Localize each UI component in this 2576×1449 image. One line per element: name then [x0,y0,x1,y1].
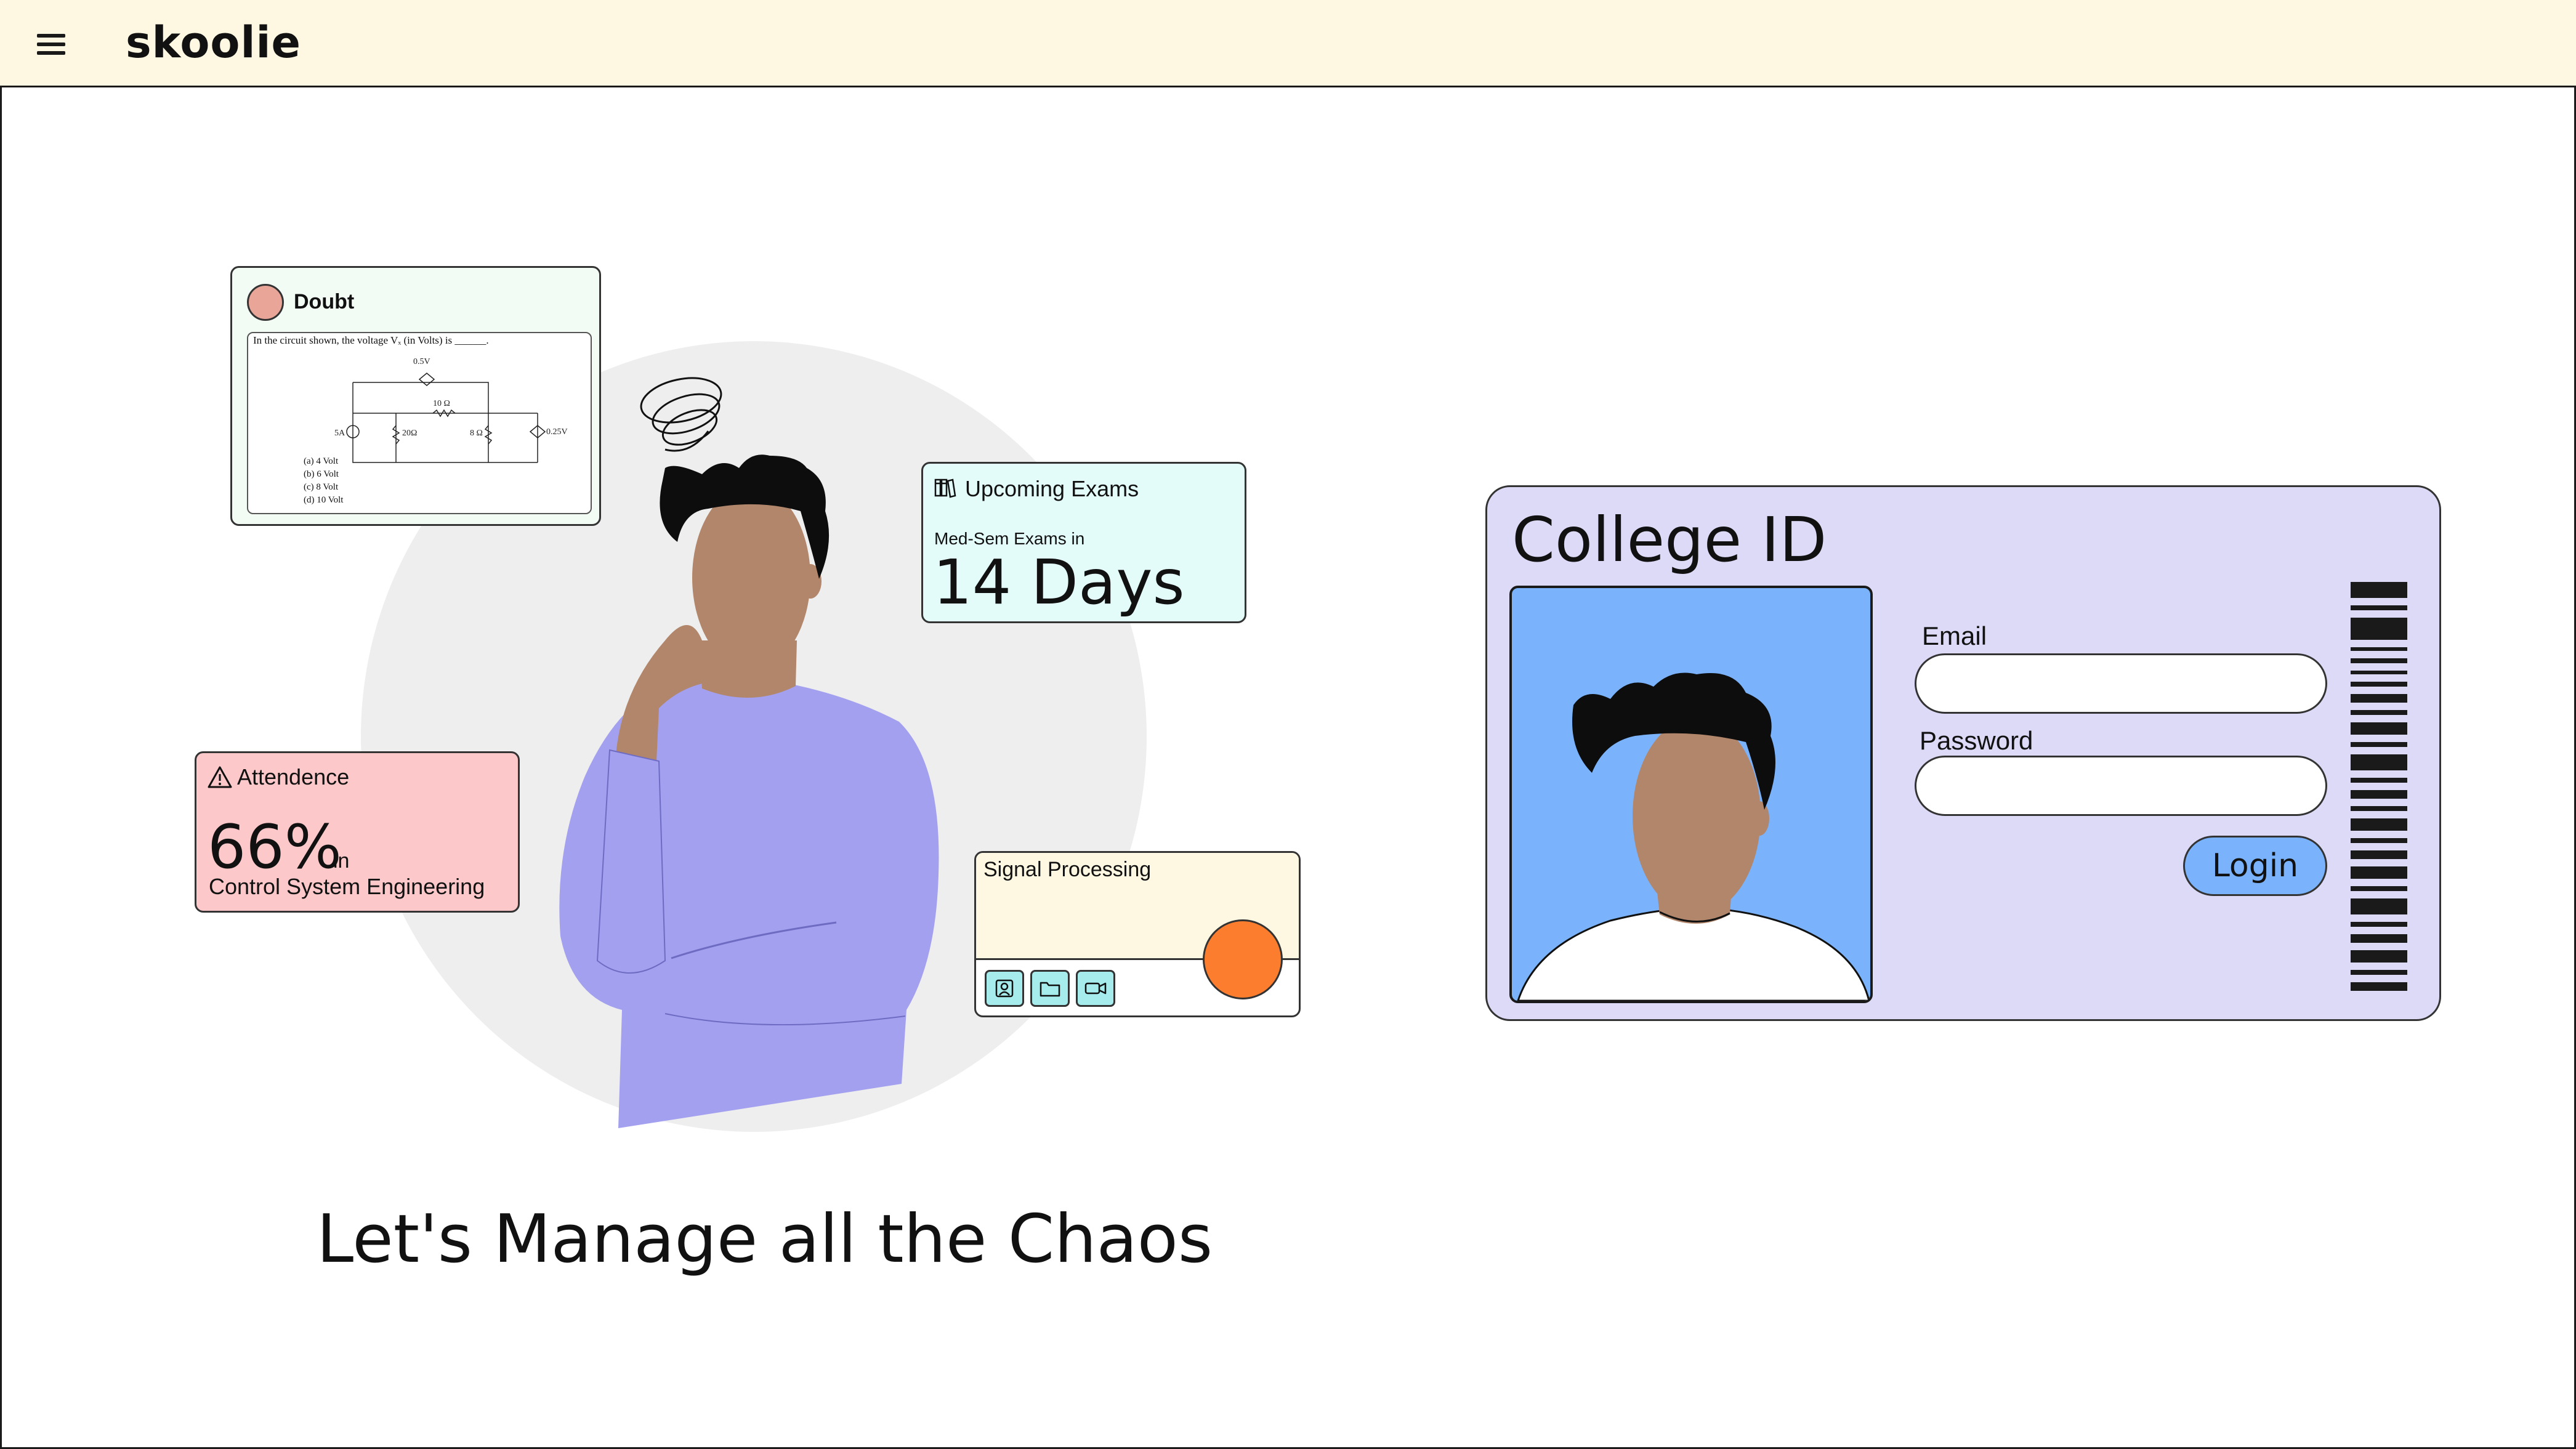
college-id-login-card: College ID Email Password Login [1485,485,2441,1021]
password-label: Password [1920,726,2033,755]
college-id-title: College ID [1512,504,1827,576]
record-indicator[interactable] [1203,919,1283,999]
figure-head [692,485,810,670]
email-field[interactable] [1915,653,2327,714]
upcoming-exams-card[interactable]: Upcoming Exams Med-Sem Exams in 14 Days [921,462,1246,623]
exam-countdown: 14 Days [933,546,1185,618]
signal-processing-card[interactable]: Signal Processing [974,851,1301,1017]
video-camera-icon [1084,982,1107,995]
folder-button[interactable] [1030,970,1070,1007]
question-panel: In the circuit shown, the voltage Vₓ (in… [247,332,592,514]
svg-text:8 Ω: 8 Ω [470,429,483,438]
avatar [247,284,284,321]
doubt-card-title: Doubt [294,290,355,313]
circuit-diagram-icon: 0.5V 10 Ω 5A 20Ω 8 Ω 0.25V [334,357,568,463]
folder-icon [1040,982,1060,997]
answer-option[interactable]: (a) 4 Volt [304,455,343,468]
svg-text:5A: 5A [334,429,345,438]
attendance-percent: 66% [208,812,342,882]
video-button[interactable] [1076,970,1115,1007]
student-avatar [1517,672,1870,1001]
barcode-icon [2351,582,2407,991]
doubt-card[interactable]: Doubt In the circuit shown, the voltage … [230,266,601,526]
answer-option[interactable]: (d) 10 Volt [304,494,343,507]
question-text: In the circuit shown, the voltage Vₓ (in… [253,334,489,346]
answer-options: (a) 4 Volt (b) 6 Volt (c) 8 Volt (d) 10 … [304,455,343,507]
contact-icon [995,979,1014,998]
hero-tagline: Let's Manage all the Chaos [317,1201,1213,1278]
answer-option[interactable]: (b) 6 Volt [304,468,343,481]
login-button[interactable]: Login [2183,836,2327,896]
attendance-card-title: Attendence [237,764,350,789]
books-icon [934,478,956,498]
warning-triangle-icon [208,766,232,788]
svg-text:0.25V: 0.25V [546,427,568,437]
exam-card-title: Upcoming Exams [965,476,1139,501]
attendance-in-label: in [333,849,350,873]
id-photo [1509,586,1873,1003]
svg-text:10 Ω: 10 Ω [433,399,450,408]
email-label: Email [1922,621,1987,650]
svg-text:0.5V: 0.5V [413,357,430,366]
attendance-card[interactable]: Attendence 66% in Control System Enginee… [195,751,520,913]
attendance-subject: Control System Engineering [209,874,485,899]
answer-option[interactable]: (c) 8 Volt [304,481,343,494]
contact-button[interactable] [985,970,1024,1007]
signal-card-title: Signal Processing [983,858,1152,881]
svg-text:20Ω: 20Ω [402,429,417,438]
signal-card-toolbar [985,970,1115,1007]
password-field[interactable] [1915,756,2327,816]
